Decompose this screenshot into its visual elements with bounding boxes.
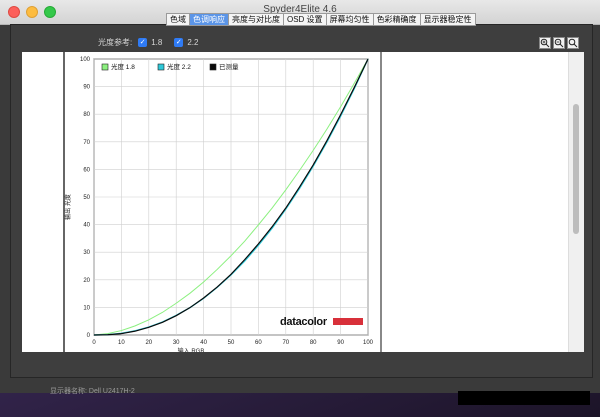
- x-tick-label: 0: [92, 340, 96, 346]
- y-tick-label: 100: [80, 57, 91, 63]
- x-tick-label: 90: [337, 340, 344, 346]
- reference-label: 光度参考:: [98, 38, 133, 47]
- y-tick-label: 0: [87, 333, 91, 339]
- x-tick-label: 10: [118, 340, 125, 346]
- y-tick-label: 80: [83, 112, 90, 118]
- x-tick-label: 80: [310, 340, 317, 346]
- x-tick-label: 50: [228, 340, 235, 346]
- zoom-out-icon[interactable]: [553, 37, 565, 49]
- tone-response-chart: 0 10 20 30 40 50 60 70 80 90 100 0 10 20 30 40 50 60 70 80 9…: [63, 52, 382, 352]
- checkbox-gamma-22[interactable]: ✓: [174, 38, 184, 47]
- display-name-status: 显示器名称: Dell U2417H-2: [50, 388, 135, 395]
- zoom-in-icon[interactable]: [539, 37, 551, 49]
- y-tick-label: 60: [83, 167, 90, 173]
- tab-osd-settings[interactable]: OSD 设置: [283, 13, 326, 26]
- checkbox-gamma-18[interactable]: ✓: [138, 38, 148, 47]
- y-tick-label: 10: [83, 305, 90, 311]
- reference-options: 光度参考: ✓ 1.8 ✓ 2.2: [98, 37, 198, 48]
- brand-logo-bar: [333, 318, 363, 325]
- watermark-logo: [458, 391, 590, 405]
- vertical-scrollbar[interactable]: [568, 52, 584, 352]
- x-tick-label: 20: [145, 340, 152, 346]
- y-tick-label: 40: [83, 223, 90, 229]
- y-tick-label: 30: [83, 250, 90, 256]
- y-tick-label: 20: [83, 278, 90, 284]
- legend-swatch-2: [157, 63, 165, 71]
- tab-display-stability[interactable]: 显示器稳定性: [419, 13, 476, 26]
- legend-label-1: 光度 1.8: [111, 62, 135, 71]
- x-tick-label: 60: [255, 340, 262, 346]
- legend-label-2: 光度 2.2: [167, 62, 191, 71]
- tab-gamut[interactable]: 色域: [166, 13, 189, 26]
- y-axis-label: 输出 光度: [64, 194, 72, 220]
- tab-color-accuracy[interactable]: 色彩精确度: [372, 13, 420, 26]
- legend-label-3: 已测量: [219, 63, 239, 71]
- tab-screen-uniformity[interactable]: 屏幕均匀性: [325, 13, 373, 26]
- x-axis-label: 输入 RGB: [178, 347, 205, 352]
- legend-swatch-3: [209, 63, 217, 71]
- y-tick-label: 50: [83, 195, 90, 201]
- x-tick-label: 70: [282, 340, 289, 346]
- x-tick-label: 100: [363, 340, 374, 346]
- tab-brightness-contrast[interactable]: 亮度与对比度: [228, 13, 283, 26]
- tab-tone-response[interactable]: 色调响应: [189, 13, 228, 26]
- legend-swatch-1: [101, 63, 109, 71]
- app-window: Spyder4Elite 4.6 色域 色调响应 亮度与对比度 OSD 设置 屏…: [0, 0, 600, 395]
- x-tick-label: 30: [173, 340, 180, 346]
- y-tick-label: 70: [83, 140, 90, 146]
- checkbox-gamma-22-label: 2.2: [187, 38, 199, 47]
- y-tick-label: 90: [83, 85, 90, 91]
- zoom-fit-icon[interactable]: [567, 37, 579, 49]
- x-tick-label: 40: [200, 340, 207, 346]
- brand-logo-text: datacolor: [280, 316, 328, 328]
- scrollbar-thumb[interactable]: [573, 104, 579, 234]
- checkbox-gamma-18-label: 1.8: [151, 38, 163, 47]
- tab-bar: 色域 色调响应 亮度与对比度 OSD 设置 屏幕均匀性 色彩精确度 显示器稳定性: [166, 13, 476, 26]
